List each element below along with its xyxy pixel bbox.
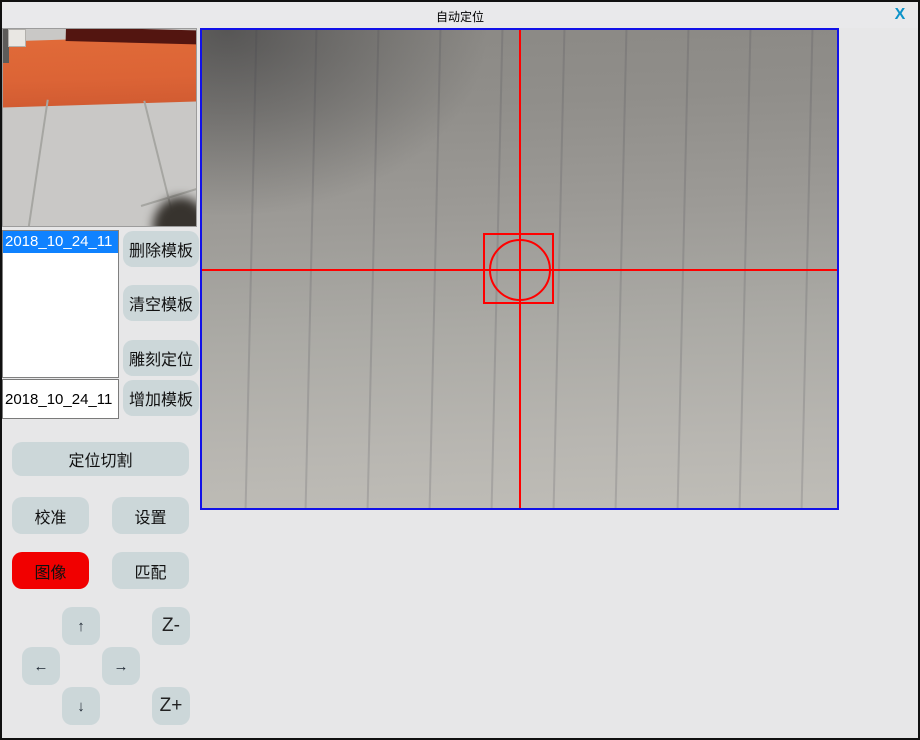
close-icon[interactable]: X [890,5,910,25]
jog-down-button[interactable]: ↓ [62,687,100,725]
template-thumbnail [2,28,197,227]
title-bar: 自动定位 X [2,2,918,28]
thumbnail-dark-blob [153,197,197,227]
thumbnail-orange-band [2,35,197,108]
target-circle [489,239,551,301]
settings-button[interactable]: 设置 [112,497,189,534]
thumbnail-white-tile [8,29,26,47]
auto-position-window: 自动定位 X 2018_10_24_11 删除模板 清空模板 雕刻定位 增加模板… [0,0,920,740]
thumbnail-grout-line [27,100,48,227]
template-name-input[interactable] [2,379,119,419]
delete-template-button[interactable]: 删除模板 [123,231,199,267]
jog-z-plus-button[interactable]: Z+ [152,687,190,725]
template-list[interactable]: 2018_10_24_11 [2,230,119,378]
calibrate-button[interactable]: 校准 [12,497,89,534]
jog-left-button[interactable]: ← [22,647,60,685]
camera-view [200,28,839,510]
add-template-button[interactable]: 增加模板 [123,380,199,416]
position-cut-button[interactable]: 定位切割 [12,442,189,476]
match-button[interactable]: 匹配 [112,552,189,589]
clear-templates-button[interactable]: 清空模板 [123,285,199,321]
jog-z-minus-button[interactable]: Z- [152,607,190,645]
image-button[interactable]: 图像 [12,552,89,589]
template-list-item[interactable]: 2018_10_24_11 [3,231,118,253]
engrave-position-button[interactable]: 雕刻定位 [123,340,199,376]
jog-up-button[interactable]: ↑ [62,607,100,645]
window-title: 自动定位 [2,8,918,25]
jog-right-button[interactable]: → [102,647,140,685]
